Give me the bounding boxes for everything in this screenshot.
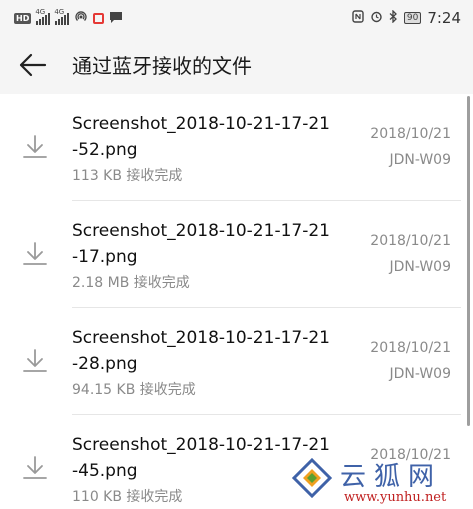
file-list: Screenshot_2018-10-21-17-21-52.png 113 K…: [0, 94, 473, 509]
signal-icon: 4G: [35, 8, 51, 25]
download-icon: [22, 134, 48, 160]
signal-icon-2: 4G: [54, 8, 70, 25]
file-device: JDN-W09: [389, 259, 451, 275]
bluetooth-icon: [389, 8, 398, 27]
file-device: JDN-W09: [389, 366, 451, 382]
status-bar: HD 4G 4G 90 7:24: [0, 0, 473, 36]
file-name: Screenshot_2018-10-21-17-21-17.png: [72, 221, 330, 267]
file-device: JDN-W09: [389, 152, 451, 168]
network-type-label: 4G: [35, 7, 46, 16]
file-date: 2018/10/21: [370, 340, 451, 356]
status-right-icons: 90 7:24: [352, 8, 461, 27]
file-status: 113 KB 接收完成: [72, 168, 183, 184]
file-status: 2.18 MB 接收完成: [72, 275, 190, 291]
scrollbar[interactable]: [467, 96, 470, 426]
network-type-label-2: 4G: [54, 7, 65, 16]
page-title: 通过蓝牙接收的文件: [72, 54, 252, 78]
download-icon: [22, 348, 48, 374]
clock: 7:24: [427, 8, 461, 27]
file-row[interactable]: Screenshot_2018-10-21-17-21-28.png 94.15…: [0, 308, 473, 415]
app-header: 通过蓝牙接收的文件: [0, 36, 473, 94]
file-row[interactable]: Screenshot_2018-10-21-17-21-17.png 2.18 …: [0, 201, 473, 308]
download-icon: [22, 455, 48, 481]
status-left-icons: HD 4G 4G: [14, 8, 123, 28]
back-arrow-icon[interactable]: [18, 52, 48, 78]
download-icon: [22, 241, 48, 267]
file-status: 94.15 KB 接收完成: [72, 382, 196, 398]
file-status: 110 KB 接收完成: [72, 489, 183, 505]
alarm-icon: [370, 8, 383, 27]
notification-app-icon: [93, 13, 105, 24]
battery-icon: 90: [403, 11, 422, 24]
file-date: 2018/10/21: [370, 126, 451, 142]
file-name: Screenshot_2018-10-21-17-21-52.png: [72, 114, 330, 160]
file-row[interactable]: Screenshot_2018-10-21-17-21-52.png 113 K…: [0, 94, 473, 201]
hd-badge: HD: [14, 13, 32, 24]
nfc-icon: [352, 8, 364, 27]
hotspot-icon: [74, 10, 88, 27]
file-name: Screenshot_2018-10-21-17-21-28.png: [72, 328, 330, 374]
watermark-text: 云狐网: [340, 462, 443, 492]
watermark-logo-icon: [291, 457, 333, 499]
file-date: 2018/10/21: [370, 233, 451, 249]
watermark: 云狐网 www.yunhu.net: [291, 454, 473, 509]
message-icon: [109, 9, 123, 28]
watermark-url: www.yunhu.net: [344, 490, 447, 505]
